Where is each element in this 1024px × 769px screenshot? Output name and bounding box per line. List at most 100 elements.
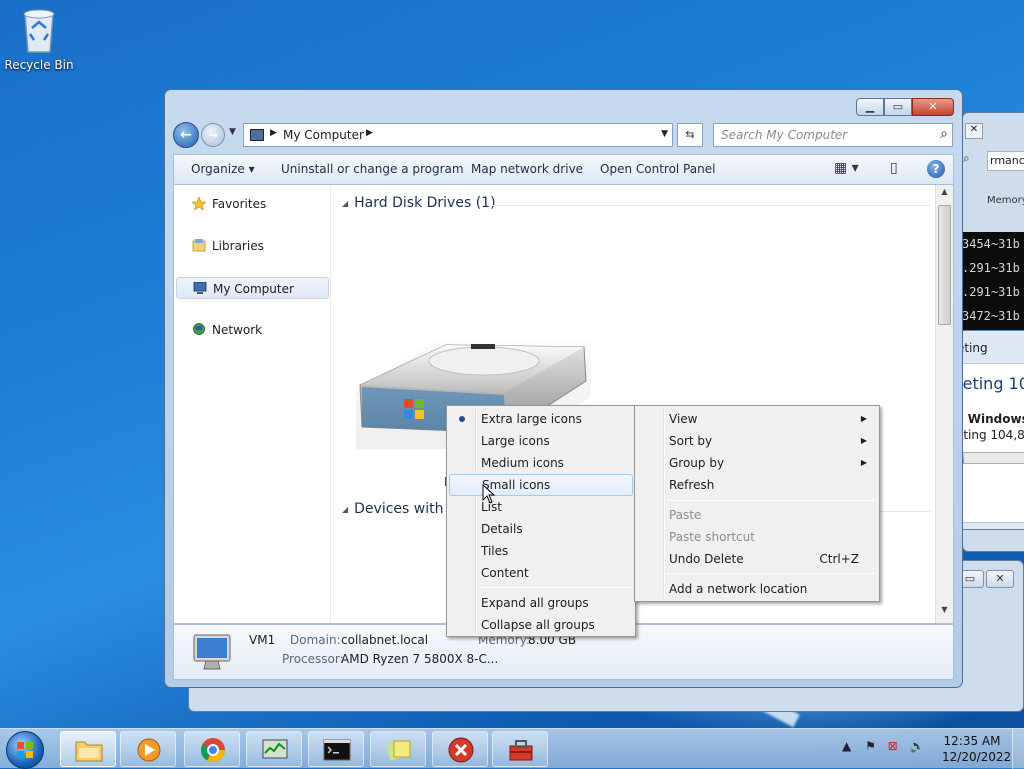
back-button[interactable]: ← xyxy=(173,122,199,148)
memory-tab[interactable]: Memory xyxy=(987,195,1024,206)
taskbar-error-app-button[interactable] xyxy=(432,731,488,767)
vertical-scrollbar[interactable]: ▲ ▼ xyxy=(935,185,953,623)
processor-label: Processor: xyxy=(282,652,344,666)
open-control-panel-button[interactable]: Open Control Panel xyxy=(600,162,715,176)
refresh-icon[interactable]: ⇆ xyxy=(677,123,703,147)
collapse-triangle-icon[interactable]: ◢ xyxy=(342,199,348,208)
domain-value: collabnet.local xyxy=(341,633,429,647)
map-network-drive-button[interactable]: Map network drive xyxy=(471,162,583,176)
processor-value: AMD Ryzen 7 5800X 8-C... xyxy=(341,652,499,666)
group-divider xyxy=(492,205,931,206)
menu-item-undo-delete[interactable]: Undo Delete Ctrl+Z xyxy=(637,548,877,570)
menu-item-content[interactable]: Content xyxy=(449,562,633,584)
taskbar-chrome-button[interactable] xyxy=(184,731,240,767)
volume-icon[interactable]: 🔈 xyxy=(910,739,925,753)
menu-item-extra-large-icons[interactable]: Extra large icons xyxy=(449,408,633,430)
group-header-removable-devices[interactable]: ◢ Devices with R xyxy=(342,501,458,517)
menu-item-sort-by[interactable]: Sort by ▶ xyxy=(637,430,877,452)
organize-button[interactable]: Organize ▾ xyxy=(191,162,255,176)
star-icon xyxy=(192,197,206,210)
console-line: .291~31b xyxy=(962,285,1020,299)
close-button[interactable]: ✕ xyxy=(912,98,954,116)
taskbar-media-player-button[interactable] xyxy=(120,731,176,767)
menu-item-collapse-all-groups[interactable]: Collapse all groups xyxy=(449,614,633,636)
chevron-right-icon[interactable]: ▶ xyxy=(270,128,277,138)
search-box[interactable]: Search My Computer ⌕ xyxy=(713,123,953,147)
address-dropdown-chevron-down-icon[interactable]: ▼ xyxy=(661,129,668,139)
menu-item-refresh[interactable]: Refresh xyxy=(637,474,877,496)
menu-item-list[interactable]: List xyxy=(449,496,633,518)
recycle-bin-icon xyxy=(23,9,55,53)
breadcrumb-my-computer[interactable]: My Computer xyxy=(283,128,364,142)
menu-separator xyxy=(479,587,631,588)
scroll-down-arrow-icon[interactable]: ▼ xyxy=(936,605,953,621)
uninstall-program-button[interactable]: Uninstall or change a program xyxy=(281,162,464,176)
maximize-button[interactable]: ▭ xyxy=(884,98,912,116)
menu-item-expand-all-groups[interactable]: Expand all groups xyxy=(449,592,633,614)
view-submenu: Extra large icons Large icons Medium ico… xyxy=(446,405,636,637)
menu-item-details[interactable]: Details xyxy=(449,518,633,540)
nav-item-libraries[interactable]: Libraries xyxy=(176,235,329,257)
chrome-icon xyxy=(200,738,225,763)
taskbar: ▲ ⚑ ⊠ 🔈 12:35 AM 12/20/2022 xyxy=(0,728,1024,769)
console-line: 3472~31b xyxy=(962,309,1020,323)
taskbar-toolbox-button[interactable] xyxy=(492,731,548,767)
network-disconnected-icon[interactable]: ⊠ xyxy=(888,739,898,753)
preview-pane-icon[interactable]: ▯ xyxy=(890,160,898,176)
console-line: .291~31b xyxy=(962,261,1020,275)
address-bar[interactable]: ▶ My Computer ▶ ▼ xyxy=(243,123,673,147)
context-menu: View ▶ Sort by ▶ Group by ▶ Refresh Paste P… xyxy=(634,405,880,602)
close-icon[interactable]: ✕ xyxy=(965,123,983,139)
recycle-bin-desktop-icon[interactable]: Recycle Bin xyxy=(4,6,74,72)
console-output: 3454~31b .291~31b .291~31b 3472~31b xyxy=(962,232,1024,332)
taskbar-task-manager-button[interactable] xyxy=(246,731,302,767)
media-player-icon xyxy=(137,738,161,762)
sticky-notes-icon xyxy=(386,740,411,761)
show-desktop-button[interactable] xyxy=(1012,729,1024,769)
taskbar-command-prompt-button[interactable] xyxy=(308,731,364,767)
menu-item-tiles[interactable]: Tiles xyxy=(449,540,633,562)
chevron-right-icon[interactable]: ▶ xyxy=(366,128,373,138)
help-icon[interactable]: ? xyxy=(927,160,945,178)
domain-label: Domain: xyxy=(290,633,341,647)
nav-item-favorites[interactable]: Favorites xyxy=(176,193,329,215)
menu-item-group-by[interactable]: Group by ▶ xyxy=(637,452,877,474)
navigation-pane: Favorites Libraries My Computer Network xyxy=(174,185,331,623)
search-input[interactable]: Search My Computer xyxy=(721,128,847,142)
search-icon: ⌕ xyxy=(963,151,970,165)
change-view-icon[interactable]: ▦ ▾ xyxy=(834,160,859,176)
menu-item-paste: Paste xyxy=(669,508,702,522)
menu-item-add-network-location[interactable]: Add a network location xyxy=(637,578,877,600)
error-icon xyxy=(448,737,474,763)
forward-button[interactable]: → xyxy=(201,123,225,147)
scroll-thumb[interactable] xyxy=(938,205,951,325)
submenu-arrow-icon: ▶ xyxy=(860,436,867,445)
taskbar-explorer-button[interactable] xyxy=(60,731,116,767)
monitor-icon xyxy=(193,634,231,670)
recent-pages-chevron-down-icon[interactable]: ▼ xyxy=(229,127,236,137)
nav-item-network[interactable]: Network xyxy=(176,319,329,341)
menu-item-medium-icons[interactable]: Medium icons xyxy=(449,452,633,474)
network-icon xyxy=(193,323,205,335)
menu-item-view[interactable]: View ▶ xyxy=(637,408,877,430)
collapse-triangle-icon[interactable]: ◢ xyxy=(342,505,348,514)
minimize-button[interactable]: ▁ xyxy=(856,98,884,116)
menu-item-large-icons[interactable]: Large icons xyxy=(449,430,633,452)
action-center-flag-icon[interactable]: ⚑ xyxy=(865,739,876,753)
submenu-arrow-icon: ▶ xyxy=(860,414,867,423)
taskbar-sticky-notes-button[interactable] xyxy=(370,731,426,767)
show-hidden-icons-chevron-up-icon[interactable]: ▲ xyxy=(842,739,851,753)
menu-item-paste-shortcut: Paste shortcut xyxy=(669,530,755,544)
close-icon[interactable]: ✕ xyxy=(986,570,1014,588)
toolbox-icon xyxy=(509,740,533,761)
menu-item-small-icons[interactable]: Small icons xyxy=(449,474,633,496)
system-clock[interactable]: 12:35 AM 12/20/2022 xyxy=(942,733,1011,765)
nav-item-my-computer[interactable]: My Computer xyxy=(176,277,329,299)
clock-time: 12:35 AM xyxy=(943,734,1001,748)
start-button[interactable] xyxy=(6,731,44,769)
scroll-up-arrow-icon[interactable]: ▲ xyxy=(936,187,953,203)
search-icon[interactable]: ⌕ xyxy=(940,126,948,142)
performance-tab[interactable]: rmance xyxy=(987,151,1024,171)
system-tray: ▲ ⚑ ⊠ 🔈 xyxy=(842,739,925,753)
group-header-hard-disk-drives[interactable]: ◢ Hard Disk Drives (1) xyxy=(342,195,496,211)
